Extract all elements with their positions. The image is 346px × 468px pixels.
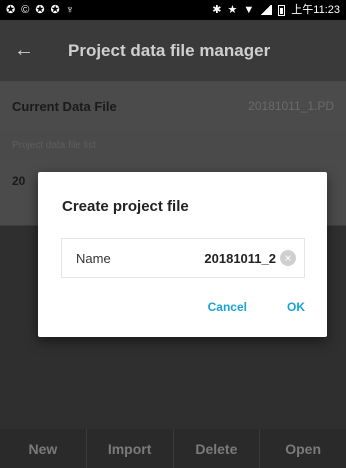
star-icon: ★	[227, 3, 238, 16]
sync-icon: ✪	[35, 3, 45, 16]
page-title: Project data file manager	[68, 40, 271, 60]
status-right-icons: ✱ ★ ▼ 上午11:23	[212, 3, 340, 16]
wifi-icon: ▼	[243, 3, 255, 16]
usb-icon: ♆	[65, 3, 75, 16]
ok-button[interactable]: OK	[287, 300, 305, 314]
sync-icon: ✪	[50, 3, 60, 16]
cancel-button[interactable]: Cancel	[208, 300, 247, 314]
sync-icon: ©	[21, 3, 30, 16]
battery-icon	[278, 4, 286, 16]
back-arrow-icon[interactable]: ←	[4, 39, 44, 62]
sync-icon: ✪	[6, 3, 16, 16]
current-data-file-label: Current Data File	[12, 98, 117, 114]
clear-icon[interactable]: ×	[280, 250, 296, 266]
status-left-icons: ✪ © ✪ ✪ ♆	[6, 3, 75, 16]
bluetooth-icon: ✱	[212, 3, 222, 16]
name-field[interactable]: Name 20181011_2 ×	[61, 238, 305, 278]
import-button[interactable]: Import	[87, 429, 174, 468]
list-item-label: 20	[12, 174, 26, 188]
delete-button[interactable]: Delete	[174, 429, 261, 468]
file-list-header: Project data file list	[0, 131, 346, 159]
bottom-toolbar: New Import Delete Open	[0, 429, 346, 468]
open-button[interactable]: Open	[260, 429, 346, 468]
current-data-file-row: Current Data File 20181011_1.PD	[0, 81, 346, 131]
app-bar: ← Project data file manager	[0, 20, 346, 81]
status-time: 上午11:23	[291, 3, 340, 16]
name-input[interactable]: 20181011_2	[204, 251, 276, 266]
name-label: Name	[76, 250, 111, 266]
new-button[interactable]: New	[0, 429, 87, 468]
create-project-file-dialog: Create project file Name 20181011_2 × Ca…	[38, 172, 327, 337]
signal-icon	[260, 5, 273, 15]
current-data-file-value: 20181011_1.PD	[248, 99, 334, 113]
status-bar: ✪ © ✪ ✪ ♆ ✱ ★ ▼ 上午11:23	[0, 0, 346, 20]
dialog-actions: Cancel OK	[208, 300, 305, 314]
dialog-title: Create project file	[62, 198, 189, 215]
